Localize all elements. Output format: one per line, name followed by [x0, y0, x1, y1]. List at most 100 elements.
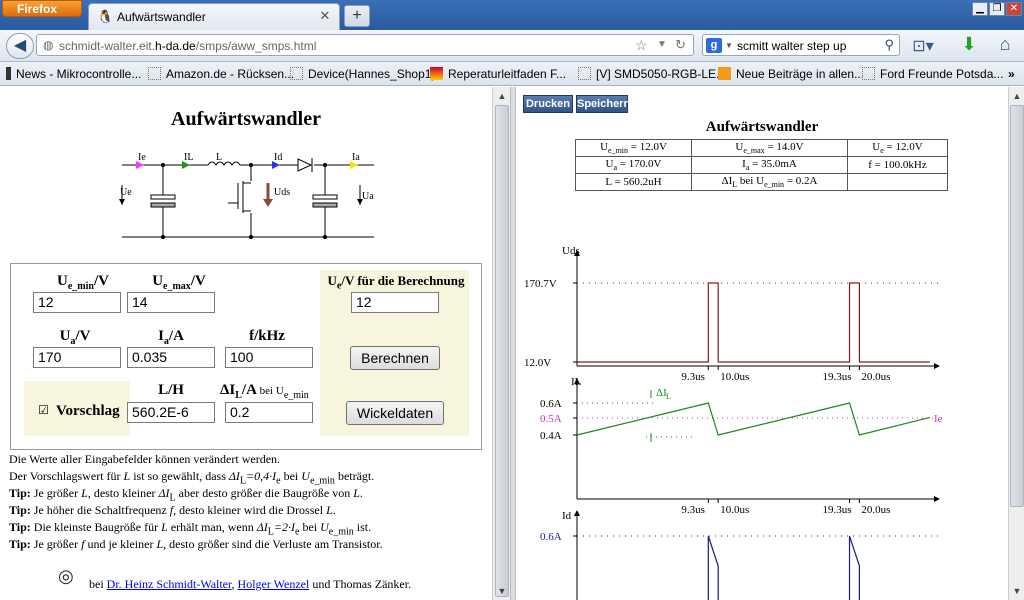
copyleft-logo-icon: ◎ [58, 566, 74, 586]
page-icon [862, 67, 875, 80]
firefox-menu-button[interactable]: Firefox [2, 0, 82, 17]
y-tick-label: 0.6A [540, 398, 562, 410]
globe-icon: ◍ [43, 38, 54, 52]
bookmark-item[interactable]: Neue Beiträge in allen... [718, 67, 864, 81]
ie-annotation: Ie [934, 413, 943, 425]
table-cell: L = 560.2uH [575, 173, 692, 191]
circuit-label-l: L [216, 152, 222, 163]
delta-il-label: ΔIL/A bei Ue_min [220, 382, 309, 401]
table-row: Ua = 170.0V Ia = 35.0mA f = 100.0kHz [575, 156, 948, 174]
f-input[interactable]: 100 [225, 347, 313, 368]
table-cell: Ue_max = 14.0V [691, 139, 848, 157]
series-line [848, 535, 860, 600]
close-window-button[interactable]: ✕ [1006, 2, 1022, 16]
y-axis-label: IL [571, 376, 582, 388]
l-label: L/H [158, 382, 184, 398]
bookmark-icon [6, 67, 11, 80]
tip-1: Tip: Je größer L, desto kleiner ΔIL aber… [9, 486, 363, 504]
ua-input[interactable]: 170 [33, 347, 121, 368]
reload-icon[interactable]: ↻ [675, 37, 686, 53]
y-axis-label: Id [562, 510, 572, 522]
google-icon[interactable]: g [706, 38, 722, 53]
f-label: f/kHz [249, 328, 285, 344]
url-text: schmidt-walter.eit.h-da.de/smps/aww_smps… [59, 39, 317, 53]
series-line [577, 282, 930, 363]
suggestion-checkbox[interactable]: ☑ [37, 404, 50, 417]
scroll-down-icon: ▼ [1012, 586, 1022, 596]
bookmark-item[interactable]: Ford Freunde Potsda... [862, 67, 1003, 81]
page-icon [290, 67, 303, 80]
url-bar[interactable]: ◍ schmidt-walter.eit.h-da.de/smps/aww_sm… [36, 34, 694, 56]
save-button[interactable]: Speichern [576, 95, 630, 113]
calculate-button[interactable]: Berechnen [350, 346, 440, 370]
circuit-label-ua: Ua [362, 191, 374, 202]
ue-min-label: Ue_min/V [57, 273, 109, 292]
back-button[interactable]: ◀ [6, 33, 34, 59]
bookmark-item[interactable]: [V] SMD5050-RGB-LE... [578, 67, 726, 81]
search-input[interactable]: scmitt walter step up [737, 39, 846, 53]
circuit-label-ue: Ue [120, 187, 132, 198]
right-scrollbar[interactable]: ▲ ▼ [1008, 87, 1024, 600]
scrollbar-thumb[interactable] [1010, 105, 1024, 507]
more-bookmarks-icon[interactable]: » [1008, 67, 1015, 81]
circuit-label-il: IL [184, 152, 193, 163]
ue-min-input[interactable]: 12 [33, 292, 121, 313]
search-bar[interactable]: g ▼ scmitt walter step up ⚲ [702, 34, 900, 56]
series-line [707, 535, 719, 600]
bookmarks-toolbar: News - Mikrocontrolle... Amazon.de - Rüc… [0, 62, 1024, 86]
home-icon[interactable]: ⌂ [994, 34, 1016, 55]
print-button[interactable]: Drucken [523, 95, 573, 113]
bookmarks-menu-icon[interactable]: ⊡▾ [912, 36, 934, 56]
minimize-button[interactable]: ▁ [972, 2, 988, 16]
y-tick-label: 0.5A [540, 413, 562, 425]
new-tab-button[interactable]: + [344, 5, 370, 27]
bookmark-item[interactable]: Device(Hannes_Shop1) [290, 67, 435, 81]
ia-label: Ia/A [158, 328, 184, 347]
close-tab-icon[interactable]: ✕ [317, 8, 333, 24]
table-cell: Ue_min = 12.0V [575, 139, 692, 157]
author-link-wenzel[interactable]: Holger Wenzel [238, 577, 310, 591]
scrollbar-thumb[interactable] [495, 105, 509, 597]
circuit-label-uds: Uds [274, 187, 290, 198]
chevron-down-icon[interactable]: ▼ [657, 39, 667, 50]
ue-calc-input[interactable]: 12 [351, 292, 439, 313]
bookmark-item[interactable]: News - Mikrocontrolle... [6, 67, 141, 81]
tip-2: Tip: Je höher die Schaltfrequenz f, dest… [9, 503, 336, 517]
chevron-down-icon[interactable]: ▼ [725, 41, 733, 50]
download-icon[interactable]: ⬇ [958, 34, 980, 55]
bookmark-star-icon[interactable]: ☆ [635, 37, 648, 54]
l-input[interactable]: 560.2E-6 [127, 402, 215, 423]
restore-button[interactable]: ❐ [989, 2, 1005, 16]
scroll-up-icon: ▲ [1012, 91, 1022, 101]
left-scrollbar[interactable]: ▲ ▼ [492, 87, 510, 600]
rss-icon [718, 67, 731, 80]
table-cell: Ue = 12.0V [847, 139, 948, 157]
browser-tab[interactable]: 🐧 Aufwärtswandler ✕ [88, 3, 340, 30]
toolbox-icon [430, 67, 443, 80]
page-title: Aufwärtswandler [171, 108, 321, 130]
scroll-up-icon: ▲ [497, 91, 507, 101]
x-axis-arrow [934, 496, 940, 502]
note-editable: Die Werte aller Eingabefelder können ver… [9, 452, 281, 466]
page-icon [578, 67, 591, 80]
table-cell: ΔIL bei Ue_min = 0.2A [691, 173, 848, 191]
ia-input[interactable]: 0.035 [127, 347, 215, 368]
winding-data-button[interactable]: Wickeldaten [346, 401, 444, 425]
ue-max-input[interactable]: 14 [127, 292, 215, 313]
waveform-charts: Uds 170.7V 12.0V 9.3us 10.0us 19.3us 20.0us IL 0… [524, 245, 943, 600]
x-tick-label: 19.3us [823, 371, 852, 383]
bookmark-item[interactable]: Amazon.de - Rücksen... [148, 67, 294, 81]
scroll-down-icon: ▼ [497, 586, 507, 596]
tip-3: Tip: Die kleinste Baugröße für L erhält … [9, 520, 372, 538]
delta-il-input[interactable]: 0.2 [225, 402, 313, 423]
y-axis-arrow [574, 510, 580, 516]
results-title: Aufwärtswandler [705, 119, 819, 135]
suggestion-label: Vorschlag [56, 403, 120, 419]
search-icon[interactable]: ⚲ [884, 37, 894, 53]
bookmark-item[interactable]: Reperaturleitfaden F... [430, 67, 566, 81]
author-link-schmidt-walter[interactable]: Dr. Heinz Schmidt-Walter [107, 577, 232, 591]
note-suggestion: Der Vorschlagswert für L ist so gewählt,… [9, 469, 375, 487]
ue-calc-label: Ue/V für die Berechnung [327, 273, 465, 292]
boost-converter-circuit: Ie IL L Id Ia Ue Uds Ua [119, 152, 374, 239]
credits: bei Dr. Heinz Schmidt-Walter, Holger Wen… [89, 577, 412, 591]
